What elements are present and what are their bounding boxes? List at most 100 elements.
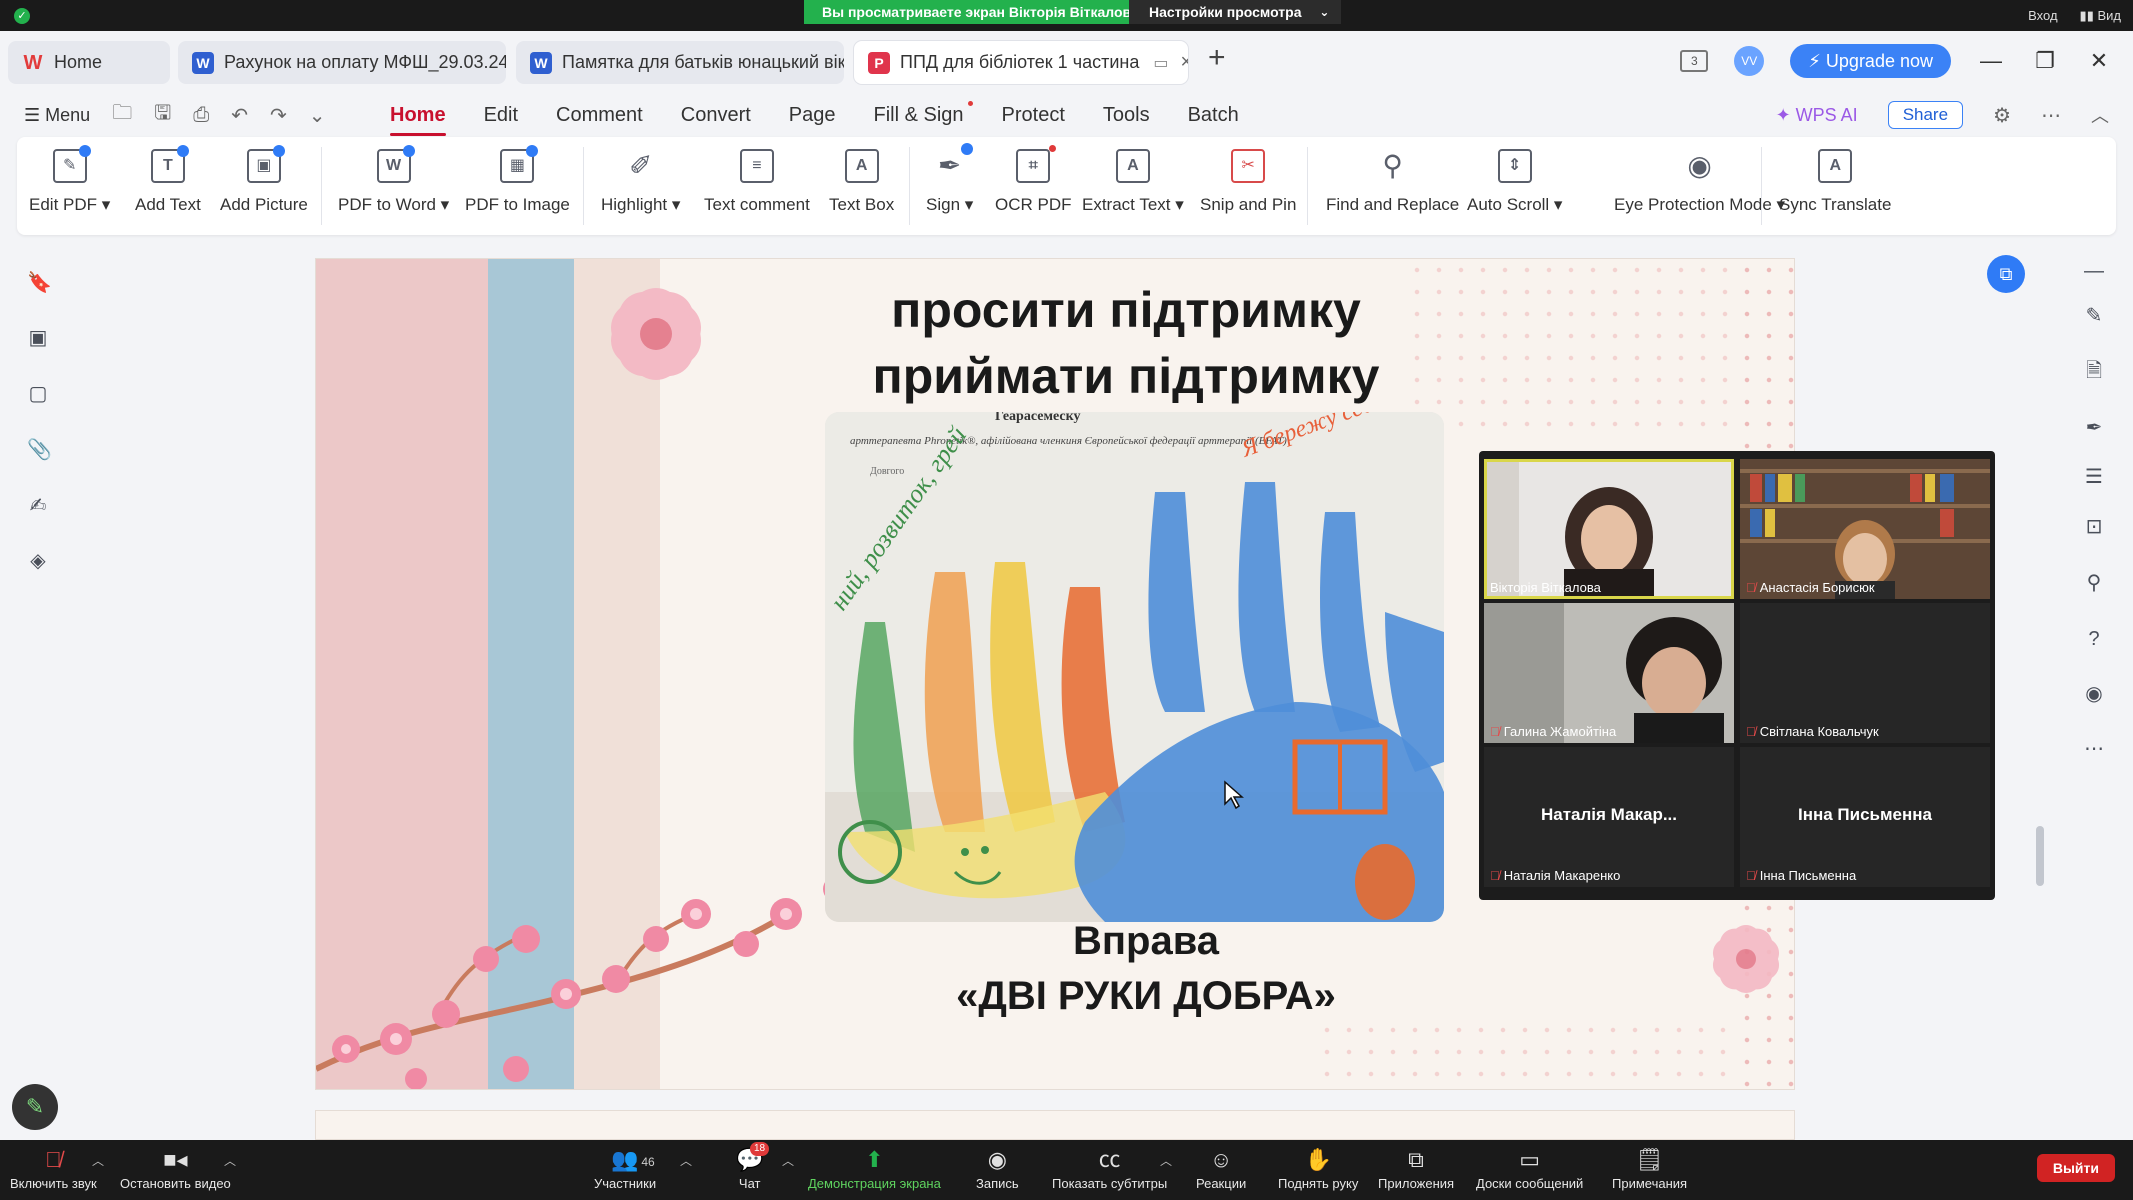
- upgrade-button[interactable]: ⚡ Upgrade now: [1790, 44, 1951, 78]
- collapse-icon[interactable]: —: [2083, 260, 2105, 282]
- find-replace-button[interactable]: ⚲ Find and Replace: [1326, 149, 1459, 229]
- tab-fill-sign[interactable]: Fill & Sign: [855, 92, 983, 138]
- chevron-up-icon[interactable]: ︿: [92, 1152, 104, 1169]
- chevron-up-icon[interactable]: ︿: [1160, 1152, 1172, 1169]
- record-button[interactable]: ◉ Запись: [976, 1146, 1019, 1191]
- captions-button[interactable]: ㏄ Показать субтитры: [1052, 1146, 1167, 1191]
- apps-button[interactable]: ⧉ Приложения: [1378, 1146, 1454, 1191]
- edit-pdf-button[interactable]: ✎ Edit PDF ▾: [29, 145, 110, 229]
- unmute-button[interactable]: 🎙̸ Включить звук: [10, 1146, 97, 1191]
- text-comment-button[interactable]: ≡ Text comment: [704, 149, 810, 229]
- pdf-to-word-button[interactable]: W PDF to Word ▾: [338, 145, 449, 229]
- share-button[interactable]: Share: [1887, 101, 1964, 129]
- new-tab-button[interactable]: +: [1208, 41, 1226, 75]
- add-text-button[interactable]: T Add Text: [135, 145, 201, 229]
- tab-convert[interactable]: Convert: [662, 92, 770, 138]
- participants-label: Участники: [594, 1176, 657, 1191]
- search-icon[interactable]: ⚲: [2083, 572, 2105, 594]
- comment-icon[interactable]: ▢: [27, 383, 49, 405]
- outline-icon[interactable]: ☰: [2083, 466, 2105, 488]
- chevron-up-icon[interactable]: ︿: [224, 1152, 236, 1169]
- open-folder-icon[interactable]: 🗀: [112, 98, 132, 132]
- text-box-button[interactable]: A Text Box: [829, 149, 894, 229]
- video-tile[interactable]: 🎙̸ Світлана Ковальчук: [1740, 603, 1990, 743]
- view-menu[interactable]: ▮▮ Вид: [2080, 8, 2121, 24]
- gear-icon[interactable]: ⚙: [1993, 103, 2011, 128]
- raise-hand-button[interactable]: ✋ Поднять руку: [1278, 1146, 1358, 1191]
- screen-icon[interactable]: ▭: [1153, 53, 1168, 73]
- share-screen-button[interactable]: ⬆ Демонстрация экрана: [808, 1146, 941, 1191]
- help-icon[interactable]: ?: [2083, 628, 2105, 650]
- compress-icon[interactable]: ⊡: [2083, 516, 2105, 538]
- pen-icon[interactable]: ✒: [2083, 417, 2105, 439]
- video-tile[interactable]: Інна Письменна 🎙̸ Інна Письменна: [1740, 747, 1990, 887]
- chevron-up-icon[interactable]: ︿: [680, 1152, 692, 1169]
- tab-home[interactable]: W Home: [8, 41, 170, 84]
- menu-button[interactable]: ☰ Menu: [24, 105, 90, 126]
- extract-text-button[interactable]: A Extract Text ▾: [1082, 149, 1184, 229]
- close-window-icon[interactable]: ✕: [2085, 48, 2113, 74]
- tab-tools[interactable]: Tools: [1084, 92, 1169, 138]
- highlight-button[interactable]: ✐ Highlight ▾: [601, 149, 680, 229]
- video-tile[interactable]: Вікторія Віткалова: [1484, 459, 1734, 599]
- auto-scroll-button[interactable]: ⇕ Auto Scroll ▾: [1467, 149, 1562, 229]
- snip-pin-button[interactable]: ✂ Snip and Pin: [1200, 149, 1296, 229]
- edit-icon[interactable]: ✎: [2083, 305, 2105, 327]
- layers-icon[interactable]: ◈: [27, 550, 49, 572]
- stop-video-button[interactable]: ■◂ Остановить видео: [120, 1146, 231, 1191]
- participants-button[interactable]: 👥 46 Участники: [594, 1146, 656, 1191]
- chevron-up-icon[interactable]: ︿: [782, 1152, 794, 1169]
- minimize-icon[interactable]: —: [1977, 48, 2005, 74]
- more-icon[interactable]: ⋯: [2041, 103, 2061, 128]
- tab-memo-doc[interactable]: W Памятка для батьків юнацький вік.d: [516, 41, 844, 84]
- more-icon[interactable]: ⋯: [2083, 738, 2105, 760]
- chevron-down-icon[interactable]: ⌄: [309, 103, 326, 128]
- undo-icon[interactable]: ↶: [231, 103, 248, 128]
- tab-edit[interactable]: Edit: [465, 92, 537, 138]
- vertical-scrollbar[interactable]: [2036, 826, 2044, 886]
- sync-translate-button[interactable]: A Sync Translate: [1779, 149, 1891, 229]
- tab-batch[interactable]: Batch: [1169, 92, 1258, 138]
- pen-tool-button[interactable]: ✎: [12, 1084, 58, 1130]
- video-tile[interactable]: 🎙̸ Анастасія Борисюк: [1740, 459, 1990, 599]
- window-count-icon[interactable]: 3: [1680, 50, 1709, 72]
- tab-protect[interactable]: Protect: [983, 92, 1084, 138]
- tab-invoice-doc[interactable]: W Рахунок на оплату МФШ_29.03.24.do: [178, 41, 506, 84]
- notes-button[interactable]: 🗒 Примечания: [1612, 1146, 1687, 1191]
- tab-pdf-active[interactable]: P ППД для бібліотек 1 частина ▭ ×: [854, 41, 1188, 84]
- thumbnail-icon[interactable]: ▣: [27, 327, 49, 349]
- avatar[interactable]: VV: [1734, 46, 1765, 76]
- eye-icon[interactable]: ◉: [2083, 683, 2105, 705]
- ai-assistant-icon[interactable]: ⧉: [1987, 255, 2025, 293]
- ocr-pdf-button[interactable]: ⌗ OCR PDF: [995, 145, 1072, 229]
- whiteboards-button[interactable]: ▭ Доски сообщений: [1476, 1146, 1583, 1191]
- video-gallery[interactable]: Вікторія Віткалова 🎙̸ Анастасія Борисюк 🎙…: [1479, 451, 1995, 900]
- bookmark-icon[interactable]: 🔖: [27, 272, 52, 294]
- close-icon[interactable]: ×: [1168, 51, 1188, 74]
- tab-comment[interactable]: Comment: [537, 92, 662, 138]
- print-icon[interactable]: ⎙: [193, 104, 209, 127]
- sign-button[interactable]: ✒ Sign ▾: [926, 143, 973, 229]
- restore-icon[interactable]: ❐: [2031, 48, 2059, 74]
- signature-icon[interactable]: ✍: [27, 495, 49, 517]
- view-options-button[interactable]: Настройки просмотра ⌄: [1129, 0, 1342, 24]
- collapse-ribbon-icon[interactable]: ︿: [2091, 102, 2109, 128]
- signin-link[interactable]: Вход: [2028, 8, 2057, 23]
- tab-page[interactable]: Page: [770, 92, 855, 138]
- video-tile[interactable]: 🎙̸ Галина Жамойтіна: [1484, 603, 1734, 743]
- add-picture-button[interactable]: ▣ Add Picture: [220, 145, 308, 229]
- leave-meeting-button[interactable]: Выйти: [2036, 1154, 2115, 1182]
- eye-protection-button[interactable]: ◉ Eye Protection Mode ▾: [1614, 149, 1785, 229]
- document-icon[interactable]: 🗎: [2083, 360, 2105, 382]
- wps-ai-button[interactable]: ✦ WPS AI: [1776, 105, 1858, 126]
- attachment-icon[interactable]: 📎: [27, 439, 52, 461]
- pdf-to-image-button[interactable]: ▦ PDF to Image: [465, 145, 570, 229]
- zoom-security-icon[interactable]: ✓: [14, 8, 30, 24]
- video-tile[interactable]: Наталія Макар... 🎙̸ Наталія Макаренко: [1484, 747, 1734, 887]
- tab-home-menu[interactable]: Home: [371, 92, 465, 138]
- redo-icon[interactable]: ↷: [270, 103, 287, 128]
- participant-name-text: Анастасія Борисюк: [1759, 580, 1875, 595]
- reactions-button[interactable]: ☺ Реакции: [1196, 1146, 1246, 1191]
- chat-button[interactable]: 💬 18 Чат: [736, 1142, 770, 1191]
- save-icon[interactable]: 🖫: [154, 98, 171, 132]
